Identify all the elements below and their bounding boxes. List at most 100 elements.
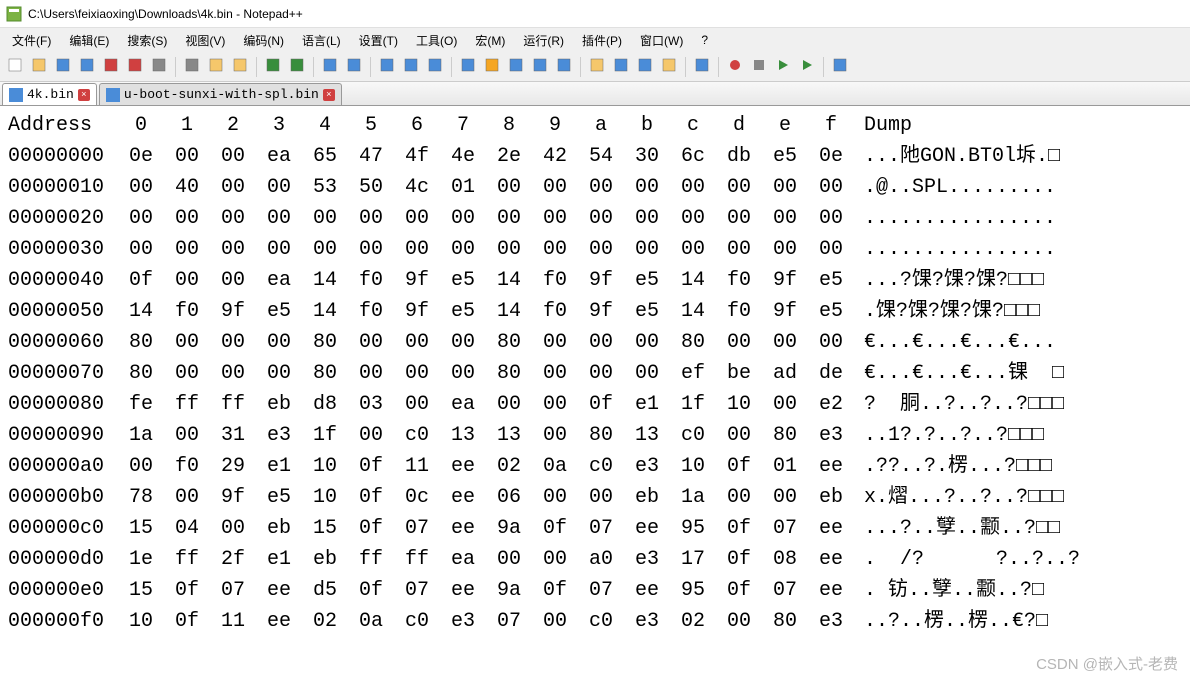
hex-byte[interactable]: 00	[302, 234, 348, 265]
hex-byte[interactable]: 0f	[348, 513, 394, 544]
hex-byte[interactable]: 00	[348, 358, 394, 389]
hex-byte[interactable]: 00	[394, 327, 440, 358]
menu-R[interactable]: 运行(R)	[515, 30, 572, 51]
zoom-out-button[interactable]	[400, 56, 422, 78]
hex-byte[interactable]: 54	[578, 141, 624, 172]
redo-button[interactable]	[286, 56, 308, 78]
menu-P[interactable]: 插件(P)	[574, 30, 630, 51]
hex-byte[interactable]: ee	[440, 482, 486, 513]
hex-byte[interactable]: 02	[302, 606, 348, 637]
hex-byte[interactable]: 00	[302, 203, 348, 234]
hex-byte[interactable]: 07	[578, 575, 624, 606]
hex-byte[interactable]: 50	[348, 172, 394, 203]
tab-1[interactable]: u-boot-sunxi-with-spl.bin×	[99, 83, 342, 105]
hex-byte[interactable]: 00	[762, 172, 808, 203]
hex-byte[interactable]: 80	[486, 327, 532, 358]
hex-byte[interactable]: 00	[624, 203, 670, 234]
hex-byte[interactable]: c0	[394, 420, 440, 451]
menu-E[interactable]: 编辑(E)	[61, 30, 117, 51]
hex-byte[interactable]: 00	[670, 234, 716, 265]
doc-map-button[interactable]	[586, 56, 608, 78]
hex-byte[interactable]: 0f	[164, 575, 210, 606]
hex-byte[interactable]: 00	[762, 203, 808, 234]
hex-byte[interactable]: 00	[486, 234, 532, 265]
hex-byte[interactable]: 00	[716, 482, 762, 513]
all-chars-button[interactable]	[481, 56, 503, 78]
hex-row[interactable]: 00000070800000008000000080000000efbeadde…	[8, 358, 1182, 389]
hex-byte[interactable]: 00	[210, 203, 256, 234]
hex-byte[interactable]: 00	[532, 327, 578, 358]
hex-byte[interactable]: 0f	[532, 575, 578, 606]
hex-byte[interactable]: eb	[808, 482, 854, 513]
hex-byte[interactable]: 10	[302, 451, 348, 482]
hex-byte[interactable]: 17	[670, 544, 716, 575]
hex-byte[interactable]: 0f	[716, 513, 762, 544]
hex-byte[interactable]: 00	[762, 327, 808, 358]
hex-byte[interactable]: c0	[578, 451, 624, 482]
copy-button[interactable]	[205, 56, 227, 78]
hex-byte[interactable]: 1a	[118, 420, 164, 451]
hex-byte[interactable]: 4f	[394, 141, 440, 172]
replace-button[interactable]	[343, 56, 365, 78]
hex-byte[interactable]: 00	[624, 358, 670, 389]
hex-byte[interactable]: 00	[256, 203, 302, 234]
hex-byte[interactable]: 9f	[578, 296, 624, 327]
hex-byte[interactable]: 47	[348, 141, 394, 172]
hex-byte[interactable]: 00	[348, 420, 394, 451]
monitor-button[interactable]	[691, 56, 713, 78]
hex-byte[interactable]: 0f	[348, 482, 394, 513]
hex-byte[interactable]: ef	[670, 358, 716, 389]
hex-byte[interactable]: 40	[164, 172, 210, 203]
hex-byte[interactable]: 00	[348, 203, 394, 234]
hex-byte[interactable]: 2e	[486, 141, 532, 172]
hex-row[interactable]: 000000901a0031e31f00c01313008013c00080e3…	[8, 420, 1182, 451]
hex-byte[interactable]: 0a	[348, 606, 394, 637]
hex-byte[interactable]: 00	[210, 327, 256, 358]
hex-byte[interactable]: 00	[532, 420, 578, 451]
hex-byte[interactable]: 0a	[532, 451, 578, 482]
hex-byte[interactable]: 9f	[210, 482, 256, 513]
wordwrap-button[interactable]	[457, 56, 479, 78]
hex-byte[interactable]: e3	[624, 451, 670, 482]
hex-byte[interactable]: 0f	[578, 389, 624, 420]
save-all-button[interactable]	[76, 56, 98, 78]
hex-byte[interactable]: eb	[256, 389, 302, 420]
hex-byte[interactable]: e3	[440, 606, 486, 637]
hex-byte[interactable]: 0f	[716, 544, 762, 575]
hex-byte[interactable]: 00	[716, 172, 762, 203]
hex-byte[interactable]: 13	[486, 420, 532, 451]
new-file-button[interactable]	[4, 56, 26, 78]
hex-byte[interactable]: 80	[118, 327, 164, 358]
hex-byte[interactable]: 1a	[670, 482, 716, 513]
hex-byte[interactable]: ee	[440, 575, 486, 606]
hex-byte[interactable]: 9f	[394, 296, 440, 327]
hex-byte[interactable]: f0	[164, 451, 210, 482]
hex-byte[interactable]: c0	[394, 606, 440, 637]
hex-byte[interactable]: d8	[302, 389, 348, 420]
hex-byte[interactable]: 0f	[716, 451, 762, 482]
hex-byte[interactable]: 14	[486, 265, 532, 296]
hex-byte[interactable]: 03	[348, 389, 394, 420]
play-multi-button[interactable]	[796, 56, 818, 78]
close-icon[interactable]: ×	[323, 89, 335, 101]
hex-byte[interactable]: 00	[532, 606, 578, 637]
hex-byte[interactable]: 9a	[486, 575, 532, 606]
hex-byte[interactable]: 07	[762, 575, 808, 606]
hex-byte[interactable]: 10	[716, 389, 762, 420]
hex-byte[interactable]: 00	[808, 327, 854, 358]
hex-byte[interactable]: e5	[808, 296, 854, 327]
zoom-in-button[interactable]	[376, 56, 398, 78]
hex-byte[interactable]: e3	[808, 420, 854, 451]
hex-byte[interactable]: eb	[256, 513, 302, 544]
menu-F[interactable]: 文件(F)	[4, 30, 59, 51]
hex-byte[interactable]: e2	[808, 389, 854, 420]
hex-byte[interactable]: 00	[164, 482, 210, 513]
hex-byte[interactable]: 00	[532, 544, 578, 575]
hex-byte[interactable]: 95	[670, 575, 716, 606]
hex-byte[interactable]: e5	[624, 296, 670, 327]
hex-byte[interactable]: 0f	[532, 513, 578, 544]
hex-byte[interactable]: f0	[164, 296, 210, 327]
hex-row[interactable]: 000000e0150f07eed50f07ee9a0f07ee950f07ee…	[8, 575, 1182, 606]
hex-byte[interactable]: 02	[670, 606, 716, 637]
save-button[interactable]	[52, 56, 74, 78]
